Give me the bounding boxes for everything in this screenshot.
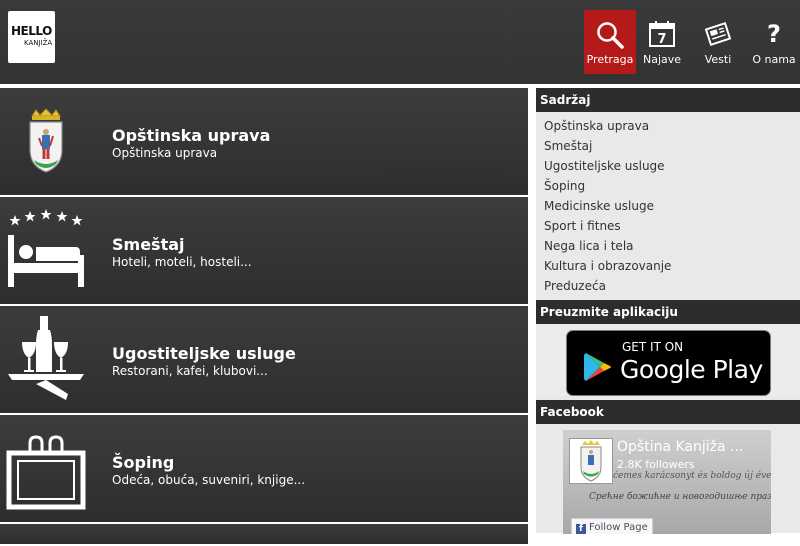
facebook-follow-button[interactable]: f Follow Page <box>571 518 653 534</box>
newspaper-icon <box>692 20 744 48</box>
logo-line2: KANJIŽA <box>24 39 53 47</box>
contents-link[interactable]: Preduzeća <box>544 277 800 297</box>
category-title: Ugostiteljske usluge <box>112 344 296 363</box>
category-subtitle: Restorani, kafei, klubovi... <box>112 364 268 378</box>
category-title: Opštinska uprava <box>112 126 271 145</box>
category-tile-ugostiteljske-usluge[interactable]: Ugostiteljske usluge Restorani, kafei, k… <box>0 306 528 413</box>
bed-stars-icon <box>6 205 86 295</box>
contents-link[interactable]: Smeštaj <box>544 137 800 157</box>
nav-news-label: Vesti <box>704 53 732 66</box>
facebook-followers: 2.8K followers <box>617 458 695 471</box>
logo-line1: HELLO <box>11 24 52 38</box>
contents-link[interactable]: Nega lica i tela <box>544 237 800 257</box>
category-title: Smeštaj <box>112 235 185 254</box>
category-tile-soping[interactable]: Šoping Odeća, obuća, suveniri, knjige... <box>0 415 528 522</box>
contents-heading: Sadržaj <box>536 88 800 112</box>
contents-link[interactable]: Šoping <box>544 177 800 197</box>
nav-news-button[interactable]: Vesti <box>692 10 744 74</box>
contents-link[interactable]: Medicinske usluge <box>544 197 800 217</box>
facebook-page-card[interactable]: Opština Kanjiža ... 2.8K followers ćemes… <box>563 430 771 534</box>
nav-about-label: O nama <box>752 53 796 66</box>
sidebar: Sadržaj Opštinska uprava Smeštaj Ugostit… <box>536 88 800 534</box>
app-header: HELLO KANJIŽA Pretraga 7 Najave Vesti ? … <box>0 0 800 84</box>
contents-link[interactable]: Ugostiteljske usluge <box>544 157 800 177</box>
category-subtitle: Opštinska uprava <box>112 146 218 160</box>
facebook-follow-label: Follow Page <box>589 522 648 533</box>
category-tile-opstinska-uprava[interactable]: Opštinska uprava Opštinska uprava <box>0 88 528 195</box>
shopping-bag-icon <box>6 423 86 513</box>
category-tile-partial[interactable] <box>0 524 528 544</box>
nav-events-label: Najave <box>642 53 682 66</box>
google-play-name: Google Play <box>620 355 763 384</box>
google-play-badge[interactable]: GET IT ON Google Play <box>566 330 771 396</box>
contents-link[interactable]: Kultura i obrazovanje <box>544 257 800 277</box>
category-tile-smestaj[interactable]: Smeštaj Hoteli, moteli, hosteli... <box>0 197 528 304</box>
nav-search-button[interactable]: Pretraga <box>584 10 636 74</box>
calendar-icon: 7 <box>636 20 688 48</box>
apps-heading: Preuzmite aplikaciju <box>536 300 800 324</box>
nav-search-label: Pretraga <box>586 53 634 66</box>
google-play-icon <box>584 353 611 381</box>
facebook-page-name[interactable]: Opština Kanjiža ... <box>617 439 743 455</box>
hello-kanjiza-logo[interactable]: HELLO KANJIŽA <box>8 11 55 63</box>
apps-section: GET IT ON Google Play <box>536 324 800 396</box>
category-title: Šoping <box>112 453 175 472</box>
question-icon: ? <box>748 20 800 48</box>
nav-events-button[interactable]: 7 Najave <box>636 10 688 74</box>
nav-about-button[interactable]: ? O nama <box>748 10 800 74</box>
calendar-day: 7 <box>657 32 666 47</box>
category-subtitle: Hoteli, moteli, hosteli... <box>112 255 252 269</box>
facebook-cover-text: ćemes karácsonyt és boldog új évet! <box>613 471 771 481</box>
category-list: Opštinska uprava Opštinska uprava Smešta… <box>0 88 528 546</box>
facebook-cover-text: Срећне божићне и новогодишње празнике! <box>589 492 771 502</box>
coat-of-arms-icon <box>6 96 86 186</box>
google-play-get-it-on: GET IT ON <box>622 340 684 354</box>
facebook-page-avatar <box>569 438 613 484</box>
contents-link[interactable]: Opštinska uprava <box>544 117 800 137</box>
facebook-heading: Facebook <box>536 400 800 424</box>
wine-tray-icon <box>6 314 86 404</box>
facebook-widget: Opština Kanjiža ... 2.8K followers ćemes… <box>536 424 800 534</box>
search-icon <box>584 20 636 49</box>
contents-link[interactable]: Sport i fitnes <box>544 217 800 237</box>
category-subtitle: Odeća, obuća, suveniri, knjige... <box>112 473 306 487</box>
contents-list: Opštinska uprava Smeštaj Ugostiteljske u… <box>536 112 800 300</box>
top-nav: Pretraga 7 Najave Vesti ? O nama <box>584 10 800 74</box>
question-glyph: ? <box>767 20 781 48</box>
